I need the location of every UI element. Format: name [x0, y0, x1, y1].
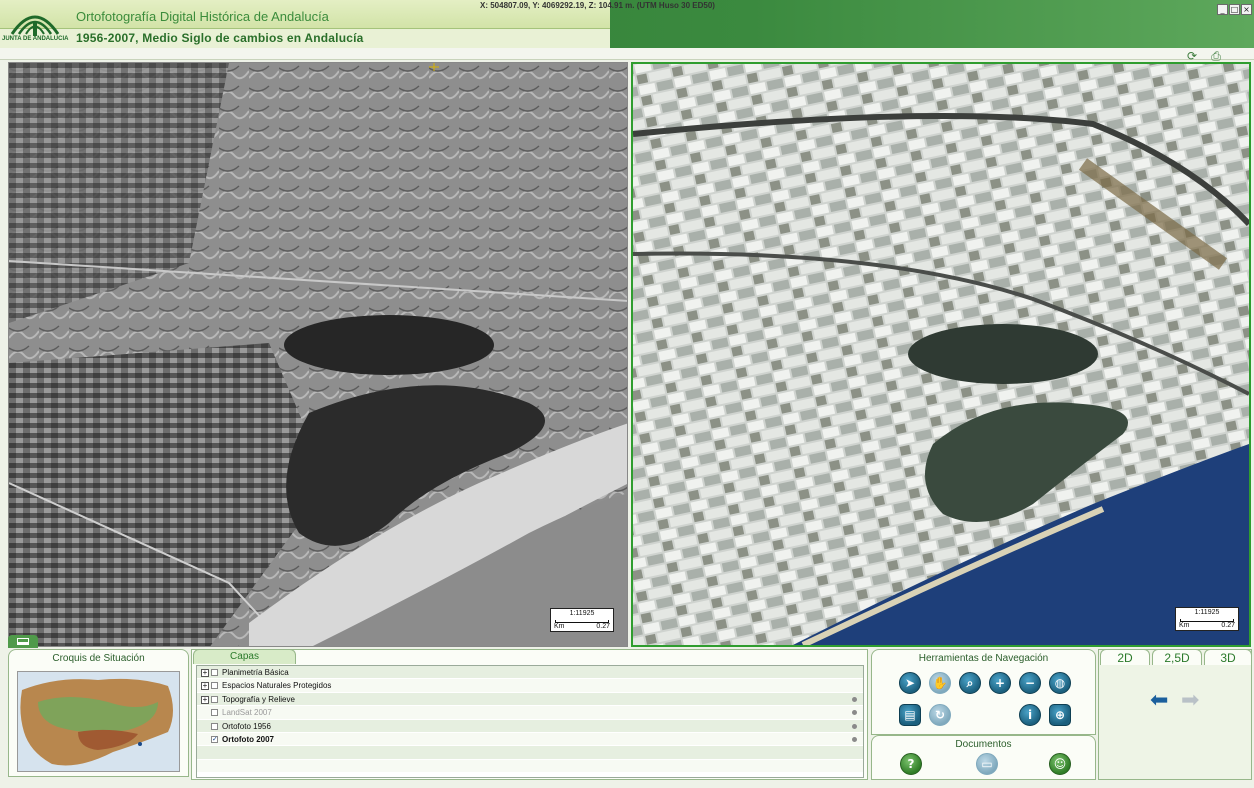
croquis-title: Croquis de Situación [52, 653, 145, 664]
map-toolbar: ⟳ ⎙ [1184, 50, 1224, 62]
pan-hand-icon[interactable]: ✋ [929, 672, 951, 694]
coordinate-bar [0, 48, 1254, 60]
app-subtitle: 1956-2007, Medio Siglo de cambios en And… [76, 31, 364, 45]
tab-2-5d[interactable]: 2,5D [1152, 649, 1202, 665]
zoom-out-icon[interactable]: − [1019, 672, 1041, 694]
layer-row[interactable]: + Topografía y Relieve [197, 692, 863, 707]
expand-icon[interactable]: + [201, 682, 209, 691]
print-icon[interactable]: ⎙ [1208, 50, 1224, 62]
logo-text: JUNTA DE ANDALUCIA [2, 36, 69, 42]
empty-row [197, 759, 863, 774]
layer-info-icon[interactable] [852, 736, 857, 742]
tab-capas[interactable]: Capas [193, 649, 296, 664]
layer-label: Topografía y Relieve [222, 694, 295, 704]
layer-checkbox[interactable] [211, 682, 218, 690]
layer-checkbox[interactable] [211, 722, 218, 730]
navigation-title: Herramientas de Navegación [918, 653, 1049, 664]
tab-2d[interactable]: 2D [1100, 649, 1150, 665]
full-extent-globe-icon[interactable]: ◍ [1049, 672, 1071, 694]
layer-row[interactable]: + Espacios Naturales Protegidos [197, 679, 863, 693]
scale-indicator-left: 1:11925 Km 0.27 [550, 608, 614, 632]
close-button[interactable]: × [1241, 4, 1252, 15]
forward-arrow-icon[interactable]: ➡ [1181, 690, 1199, 712]
expand-icon[interactable]: + [201, 695, 209, 704]
layer-checkbox[interactable] [211, 709, 218, 717]
overview-map[interactable] [17, 671, 180, 772]
collapse-panel-button[interactable] [8, 635, 38, 648]
measure-icon[interactable]: ⊕ [1049, 704, 1071, 726]
back-arrow-icon[interactable]: ⬅ [1150, 690, 1168, 712]
info-icon[interactable]: i [1019, 704, 1041, 726]
zoom-box-icon[interactable]: ⌕ [959, 672, 981, 694]
layer-row[interactable]: ✓ Ortofoto 2007 [197, 732, 863, 747]
layer-label: LandSat 2007 [222, 708, 272, 718]
tab-3d[interactable]: 3D [1204, 649, 1252, 665]
window-controls: _ □ × [1217, 4, 1252, 15]
layer-checkbox[interactable] [211, 669, 218, 676]
layers-list: + Planimetría Básica + Espacios Naturales P… [196, 665, 864, 778]
croquis-panel: Croquis de Situación [8, 649, 189, 777]
minimize-button[interactable]: _ [1217, 4, 1228, 15]
layer-label: Planimetría Básica [222, 668, 289, 677]
select-arrow-icon[interactable]: ➤ [899, 672, 921, 694]
layers-panel-icon[interactable]: ▤ [899, 704, 921, 726]
layer-label: Ortofoto 2007 [222, 734, 275, 744]
layer-checkbox[interactable]: ✓ [211, 735, 218, 743]
zoom-in-icon[interactable]: + [989, 672, 1011, 694]
cursor-coordinates: X: 504807.09, Y: 4069292.19, Z: 104.91 m… [480, 1, 715, 10]
scale-indicator-right: 1:11925 Km 0.27 [1175, 607, 1239, 631]
app-title: Ortofotografía Digital Histórica de Anda… [76, 9, 329, 24]
people-icon[interactable]: ☺ [1049, 753, 1071, 775]
documents-title: Documentos [955, 739, 1012, 750]
app-window: JUNTA DE ANDALUCIA Ortofotografía Digita… [0, 0, 1254, 788]
layer-row[interactable]: Ortofoto 1956 [197, 719, 863, 733]
map-2007-view[interactable]: 1:11925 Km 0.27 [631, 62, 1251, 647]
expand-icon[interactable]: + [201, 669, 209, 677]
layer-row[interactable]: LandSat 2007 [197, 706, 863, 720]
layer-checkbox[interactable] [211, 695, 218, 703]
empty-row [197, 746, 863, 760]
refresh-icon[interactable]: ⟳ [1184, 50, 1200, 62]
maximize-button[interactable]: □ [1229, 4, 1240, 15]
help-icon[interactable]: ? [900, 753, 922, 775]
view-mode-panel [1098, 649, 1252, 780]
layer-label: Ortofoto 1956 [222, 721, 271, 731]
layer-info-icon[interactable] [852, 696, 857, 702]
layer-info-icon[interactable] [852, 710, 857, 716]
layer-row[interactable]: + Planimetría Básica [197, 666, 863, 680]
map-1956-view[interactable]: 1:11925 Km 0.27 [8, 62, 628, 647]
layer-info-icon[interactable] [852, 723, 857, 729]
layer-label: Espacios Naturales Protegidos [222, 681, 332, 691]
documents-panel: Documentos ? ▭ ☺ [871, 735, 1096, 780]
document-icon[interactable]: ▭ [976, 753, 998, 775]
refresh-view-icon[interactable]: ↻ [929, 704, 951, 726]
navigation-panel: Herramientas de Navegación ➤ ✋ ⌕ + − ◍ ▤… [871, 649, 1096, 735]
